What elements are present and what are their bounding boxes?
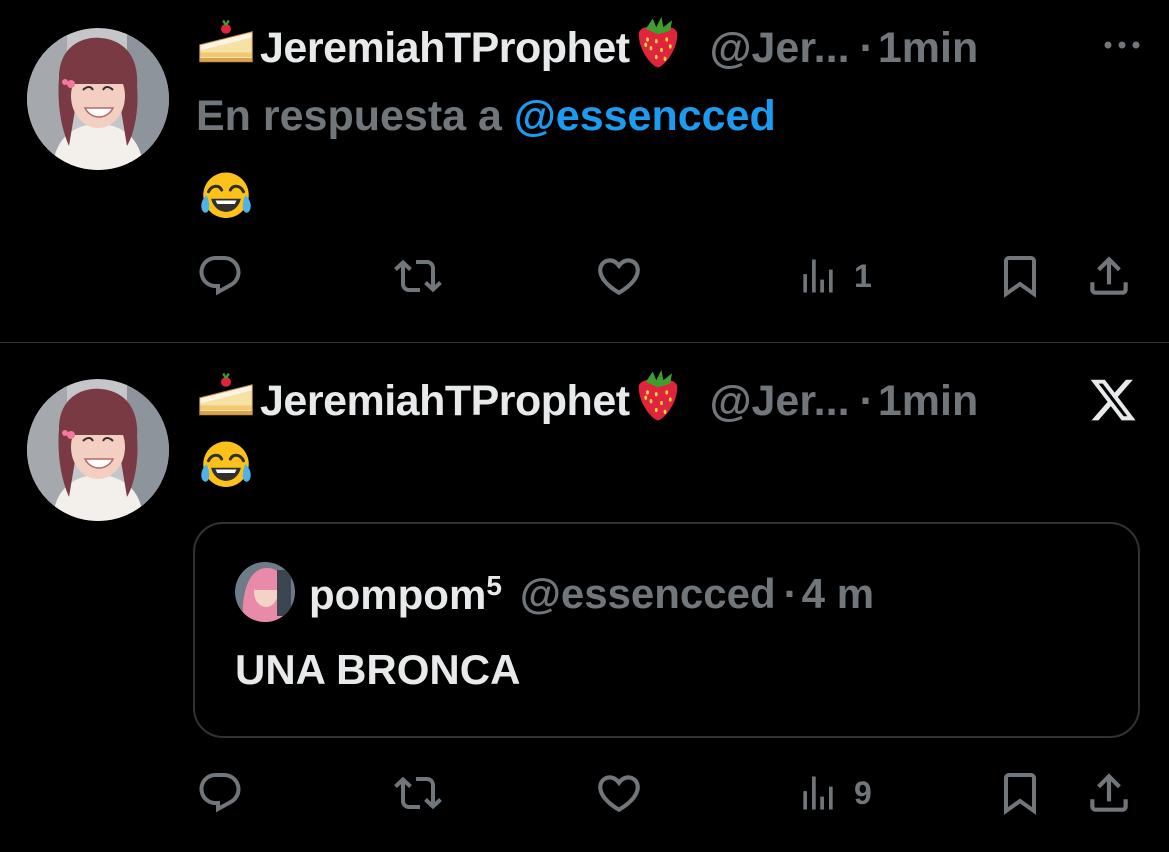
views-count: 9 bbox=[854, 774, 872, 811]
share-icon bbox=[1084, 768, 1134, 818]
tears-of-joy-emoji-icon bbox=[196, 438, 256, 499]
views-count: 1 bbox=[854, 257, 872, 294]
tweet-header: JeremiahTProphet @Jer... · 1min bbox=[196, 18, 978, 78]
quote-header: pompom5 @essencced · 4 m bbox=[309, 566, 874, 622]
share-icon bbox=[1084, 251, 1134, 301]
retweet-button[interactable] bbox=[392, 248, 444, 304]
quote-display-name[interactable]: pompom5 bbox=[309, 570, 502, 619]
quote-timestamp[interactable]: 4 m bbox=[802, 570, 874, 618]
like-icon bbox=[594, 251, 644, 301]
quote-name-text: pompom bbox=[309, 570, 487, 618]
reply-button[interactable] bbox=[196, 248, 244, 304]
tweet-divider bbox=[0, 342, 1169, 343]
retweet-button[interactable] bbox=[392, 765, 444, 821]
handle[interactable]: @Jer... bbox=[710, 24, 850, 73]
strawberry-emoji-icon bbox=[630, 366, 686, 437]
bookmark-button[interactable] bbox=[996, 248, 1044, 304]
timestamp[interactable]: 1min bbox=[878, 24, 978, 73]
bookmark-icon bbox=[996, 769, 1044, 817]
display-name[interactable]: JeremiahTProphet bbox=[260, 24, 630, 73]
tweet-header: JeremiahTProphet @Jer... · 1min bbox=[196, 371, 978, 431]
views-icon bbox=[796, 771, 840, 815]
avatar[interactable] bbox=[27, 28, 169, 170]
reply-context: En respuesta a @essencced bbox=[196, 92, 776, 141]
share-button[interactable] bbox=[1084, 765, 1134, 821]
quote-text: UNA BRONCA bbox=[235, 646, 521, 693]
quote-avatar[interactable] bbox=[235, 562, 295, 622]
strawberry-emoji-icon bbox=[630, 13, 686, 84]
reply-prefix: En respuesta a bbox=[196, 92, 514, 140]
handle[interactable]: @Jer... bbox=[710, 377, 850, 426]
reply-icon bbox=[196, 769, 244, 817]
bookmark-button[interactable] bbox=[996, 765, 1044, 821]
tears-of-joy-emoji-icon bbox=[196, 169, 256, 230]
display-name[interactable]: JeremiahTProphet bbox=[260, 377, 630, 426]
x-logo-icon bbox=[1087, 375, 1139, 425]
action-bar: 9 bbox=[196, 765, 1141, 821]
reply-button[interactable] bbox=[196, 765, 244, 821]
shortcake-emoji-icon bbox=[196, 13, 256, 84]
quote-name-superscript: 5 bbox=[486, 569, 502, 601]
more-icon[interactable] bbox=[1097, 30, 1147, 60]
quoted-tweet-card[interactable]: pompom5 @essencced · 4 m UNA BRONCA bbox=[193, 522, 1140, 738]
views-button[interactable]: 9 bbox=[796, 765, 872, 821]
like-icon bbox=[594, 768, 644, 818]
tweet[interactable]: JeremiahTProphet @Jer... · 1min En respu… bbox=[0, 0, 1169, 342]
separator-dot: · bbox=[859, 23, 874, 72]
shortcake-emoji-icon bbox=[196, 366, 256, 437]
like-button[interactable] bbox=[594, 248, 644, 304]
quote-handle[interactable]: @essencced bbox=[520, 570, 776, 618]
separator-dot: · bbox=[859, 376, 874, 425]
separator-dot: · bbox=[783, 570, 798, 617]
views-button[interactable]: 1 bbox=[796, 248, 872, 304]
reply-icon bbox=[196, 252, 244, 300]
retweet-icon bbox=[392, 769, 444, 817]
retweet-icon bbox=[392, 252, 444, 300]
reply-mention-link[interactable]: @essencced bbox=[514, 92, 776, 140]
like-button[interactable] bbox=[594, 765, 644, 821]
avatar[interactable] bbox=[27, 379, 169, 521]
views-icon bbox=[796, 254, 840, 298]
share-button[interactable] bbox=[1084, 248, 1134, 304]
timestamp[interactable]: 1min bbox=[878, 377, 978, 426]
bookmark-icon bbox=[996, 252, 1044, 300]
action-bar: 1 bbox=[196, 248, 1141, 304]
